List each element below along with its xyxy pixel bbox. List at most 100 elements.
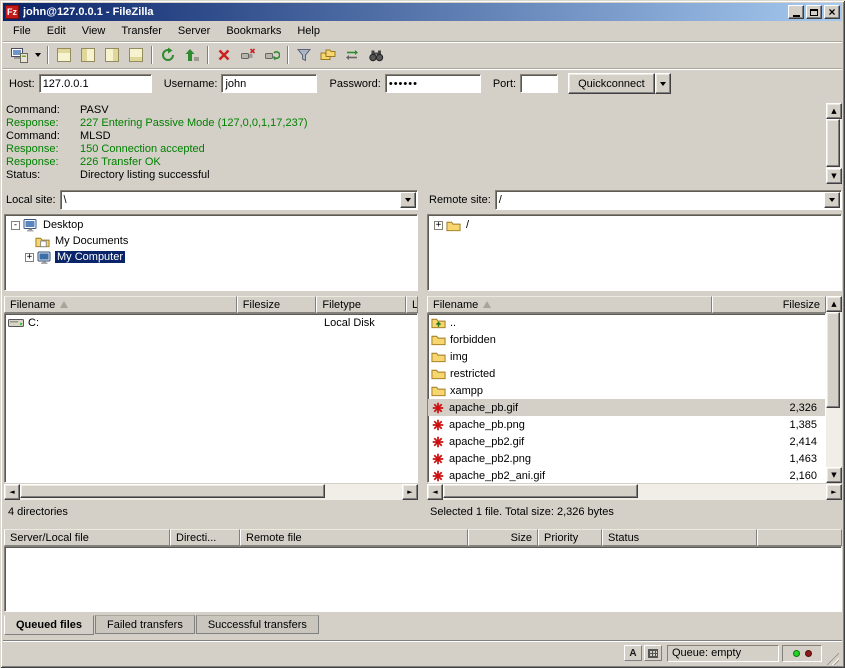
remote-file-row[interactable]: apache_pb.png 1,385: [428, 416, 825, 433]
local-tree-toggle-button[interactable]: [76, 44, 100, 66]
close-button[interactable]: [824, 5, 840, 19]
quickconnect-dropdown-button[interactable]: [655, 73, 671, 94]
tree-item-my-computer[interactable]: + My Computer: [5, 249, 417, 265]
find-files-button[interactable]: [364, 44, 388, 66]
menu-help[interactable]: Help: [289, 23, 328, 39]
tab-failed-transfers[interactable]: Failed transfers: [95, 615, 195, 634]
remote-file-row[interactable]: apache_pb2.gif 2,414: [428, 433, 825, 450]
scrollbar-track[interactable]: [826, 312, 842, 467]
remote-list-scrollbar[interactable]: ▲ ▼: [826, 296, 842, 483]
column-header-status[interactable]: Status: [602, 529, 757, 546]
log-scrollbar[interactable]: ▲ ▼: [826, 103, 842, 184]
remote-file-row[interactable]: forbidden: [428, 331, 825, 348]
directory-comparison-button[interactable]: [316, 44, 340, 66]
remote-file-list-body[interactable]: .. forbidden img restricted: [427, 313, 826, 483]
scrollbar-track[interactable]: [443, 484, 826, 500]
remote-directory-tree[interactable]: + /: [427, 214, 842, 291]
resize-grip[interactable]: [826, 652, 839, 665]
collapse-expander[interactable]: -: [11, 221, 20, 230]
menu-transfer[interactable]: Transfer: [113, 23, 170, 39]
column-header-priority[interactable]: Priority: [538, 529, 602, 546]
local-list-hscrollbar[interactable]: ◄ ►: [4, 484, 418, 500]
column-header-remote-file[interactable]: Remote file: [240, 529, 468, 546]
encryption-indicator[interactable]: [644, 645, 662, 661]
tree-item-my-documents[interactable]: My Documents: [5, 233, 417, 249]
column-header-filename[interactable]: Filename: [4, 296, 237, 313]
remote-file-row[interactable]: apache_pb2_ani.gif 2,160: [428, 467, 825, 483]
message-log[interactable]: Command:PASV Response:227 Entering Passi…: [4, 103, 826, 184]
port-input[interactable]: [520, 74, 558, 93]
remote-file-row-selected[interactable]: apache_pb.gif 2,326: [428, 399, 825, 416]
tab-successful-transfers[interactable]: Successful transfers: [196, 615, 319, 634]
scroll-left-button[interactable]: ◄: [4, 484, 20, 500]
site-manager-dropdown-button[interactable]: [31, 44, 44, 66]
quickconnect-button[interactable]: Quickconnect: [568, 73, 655, 94]
remote-list-hscrollbar[interactable]: ◄ ►: [427, 484, 842, 500]
maximize-button[interactable]: [806, 5, 822, 19]
transfer-type-indicator[interactable]: A: [624, 645, 642, 661]
menu-server[interactable]: Server: [170, 23, 218, 39]
combo-dropdown-button[interactable]: [400, 192, 416, 208]
queue-toggle-button[interactable]: [124, 44, 148, 66]
process-queue-button[interactable]: [180, 44, 204, 66]
remote-file-row[interactable]: img: [428, 348, 825, 365]
remote-file-row[interactable]: restricted: [428, 365, 825, 382]
pane-splitter[interactable]: [418, 190, 427, 520]
column-header-last-modified[interactable]: L: [406, 296, 418, 313]
scrollbar-thumb[interactable]: [826, 312, 840, 408]
scroll-right-button[interactable]: ►: [402, 484, 418, 500]
remote-file-row[interactable]: xampp: [428, 382, 825, 399]
scroll-down-button[interactable]: ▼: [826, 168, 842, 184]
title-bar[interactable]: Fz john@127.0.0.1 - FileZilla: [3, 3, 842, 21]
remote-file-row[interactable]: apache_pb2.png 1,463: [428, 450, 825, 467]
scroll-down-button[interactable]: ▼: [826, 467, 842, 483]
synchronized-browsing-button[interactable]: [340, 44, 364, 66]
column-header-filename[interactable]: Filename: [427, 296, 712, 313]
message-log-toggle-button[interactable]: [52, 44, 76, 66]
tree-item-desktop[interactable]: - Desktop: [5, 217, 417, 233]
local-file-row[interactable]: C: Local Disk: [5, 314, 417, 331]
scroll-up-button[interactable]: ▲: [826, 103, 842, 119]
column-header-filesize[interactable]: Filesize: [712, 296, 826, 313]
column-header-size[interactable]: Size: [468, 529, 538, 546]
cancel-button[interactable]: [212, 44, 236, 66]
local-site-combo[interactable]: \: [60, 190, 418, 210]
scrollbar-track[interactable]: [20, 484, 402, 500]
menu-file[interactable]: File: [5, 23, 39, 39]
disconnect-button[interactable]: [236, 44, 260, 66]
remote-tree-toggle-button[interactable]: [100, 44, 124, 66]
transfer-queue-header: Server/Local file Directi... Remote file…: [4, 529, 842, 546]
minimize-button[interactable]: [788, 5, 804, 19]
scrollbar-thumb[interactable]: [826, 119, 840, 167]
local-directory-tree[interactable]: - Desktop My Documents +: [4, 214, 418, 291]
combo-dropdown-button[interactable]: [824, 192, 840, 208]
scroll-left-button[interactable]: ◄: [427, 484, 443, 500]
refresh-button[interactable]: [156, 44, 180, 66]
scroll-right-button[interactable]: ►: [826, 484, 842, 500]
menu-edit[interactable]: Edit: [39, 23, 74, 39]
scrollbar-thumb[interactable]: [443, 484, 638, 498]
local-file-list-body[interactable]: C: Local Disk: [4, 313, 418, 483]
expand-expander[interactable]: +: [434, 221, 443, 230]
column-header-direction[interactable]: Directi...: [170, 529, 240, 546]
remote-file-row[interactable]: ..: [428, 314, 825, 331]
column-header-server-local-file[interactable]: Server/Local file: [4, 529, 170, 546]
host-input[interactable]: [39, 74, 152, 93]
tree-item-root[interactable]: + /: [428, 217, 841, 233]
column-header-filesize[interactable]: Filesize: [237, 296, 317, 313]
expand-expander[interactable]: +: [25, 253, 34, 262]
reconnect-button[interactable]: [260, 44, 284, 66]
menu-bookmarks[interactable]: Bookmarks: [218, 23, 289, 39]
password-input[interactable]: [385, 74, 481, 93]
username-input[interactable]: [221, 74, 317, 93]
scrollbar-track[interactable]: [826, 119, 842, 168]
menu-view[interactable]: View: [74, 23, 114, 39]
scrollbar-thumb[interactable]: [20, 484, 325, 498]
filter-button[interactable]: [292, 44, 316, 66]
scroll-up-button[interactable]: ▲: [826, 296, 842, 312]
transfer-queue-body[interactable]: [4, 546, 842, 612]
remote-site-combo[interactable]: /: [495, 190, 842, 210]
column-header-filetype[interactable]: Filetype: [316, 296, 406, 313]
tab-queued-files[interactable]: Queued files: [4, 615, 94, 635]
site-manager-button[interactable]: [7, 44, 31, 66]
